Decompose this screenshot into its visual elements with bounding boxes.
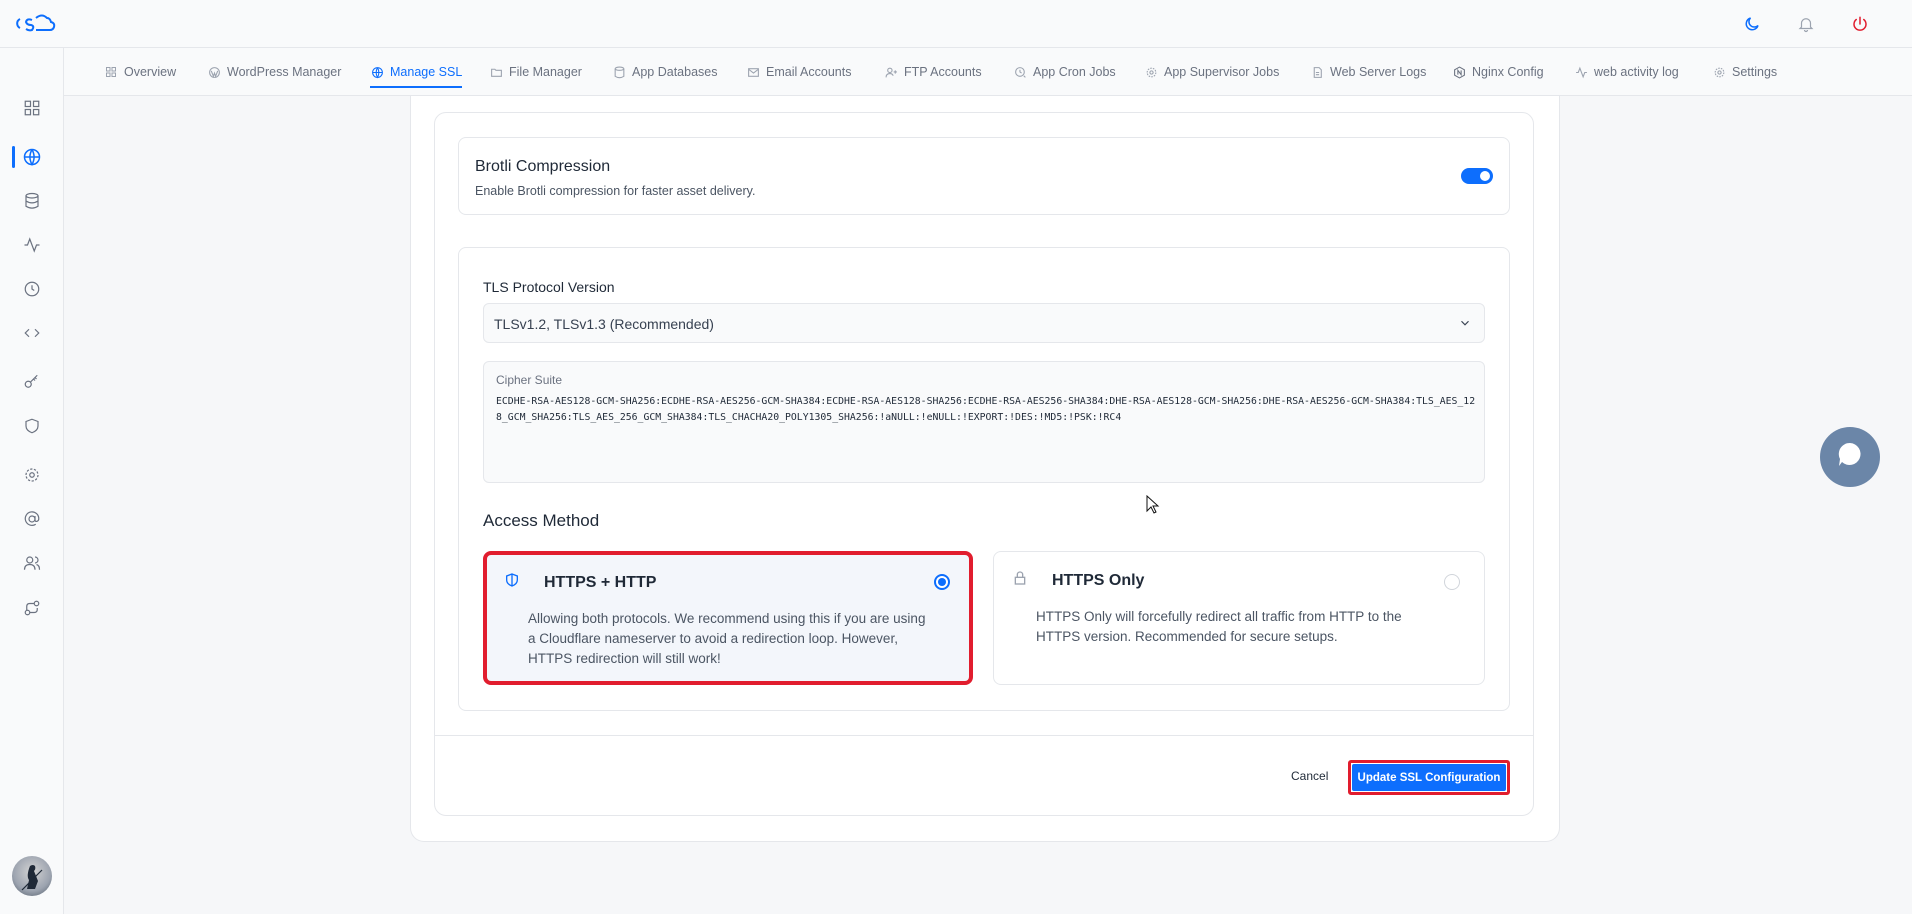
tab-file-manager[interactable]: File Manager bbox=[489, 48, 582, 96]
tls-version-select[interactable]: TLSv1.2, TLSv1.3 (Recommended) bbox=[483, 303, 1485, 343]
tab-label: Manage SSL bbox=[390, 65, 463, 79]
settings-icon[interactable] bbox=[20, 463, 44, 487]
supervisor-icon bbox=[1144, 65, 1158, 79]
tab-label: App Databases bbox=[632, 65, 718, 79]
gear-icon bbox=[1712, 65, 1726, 79]
option-description: Allowing both protocols. We recommend us… bbox=[528, 611, 926, 666]
power-icon[interactable] bbox=[1848, 12, 1872, 36]
tab-label: File Manager bbox=[509, 65, 582, 79]
tls-version-value: TLSv1.2, TLSv1.3 (Recommended) bbox=[494, 316, 714, 332]
update-ssl-label: Update SSL Configuration bbox=[1352, 764, 1506, 791]
chat-bubble-icon bbox=[1835, 440, 1865, 475]
radio-https-only[interactable] bbox=[1444, 574, 1460, 590]
shield-icon[interactable] bbox=[20, 414, 44, 438]
moon-icon[interactable] bbox=[1740, 12, 1764, 36]
nginx-icon bbox=[1452, 65, 1466, 79]
tab-label: WordPress Manager bbox=[227, 65, 342, 79]
tab-label: App Cron Jobs bbox=[1033, 65, 1116, 79]
update-ssl-button[interactable]: Update SSL Configuration bbox=[1348, 760, 1510, 795]
access-option-https-only[interactable]: HTTPS Only HTTPS Only will forcefully re… bbox=[993, 551, 1485, 685]
app-tabs: Overview WordPress Manager Manage SSL Fi… bbox=[64, 48, 1912, 96]
option-title: HTTPS + HTTP bbox=[544, 574, 657, 591]
sidebar bbox=[0, 48, 64, 914]
clock-icon[interactable] bbox=[20, 277, 44, 301]
avatar[interactable] bbox=[12, 856, 52, 896]
folder-icon bbox=[489, 65, 503, 79]
tab-app-databases[interactable]: App Databases bbox=[612, 48, 717, 96]
database-icon bbox=[612, 65, 626, 79]
tls-section: TLS Protocol Version TLSv1.2, TLSv1.3 (R… bbox=[458, 247, 1510, 711]
cron-icon bbox=[1013, 65, 1027, 79]
tls-version-label: TLS Protocol Version bbox=[483, 279, 615, 295]
lock-icon bbox=[1012, 570, 1028, 586]
tab-web-activity-log[interactable]: web activity log bbox=[1574, 48, 1679, 96]
activity-icon bbox=[1574, 65, 1588, 79]
tab-label: Settings bbox=[1732, 65, 1778, 79]
cipher-suite-label: Cipher Suite bbox=[496, 373, 563, 387]
app-logo[interactable] bbox=[14, 12, 58, 36]
radio-https-http[interactable] bbox=[934, 574, 950, 590]
sidebar-active-indicator bbox=[12, 146, 15, 168]
globe-icon[interactable] bbox=[20, 145, 44, 169]
brotli-section: Brotli Compression Enable Brotli compres… bbox=[458, 137, 1510, 215]
cipher-suite-field[interactable]: Cipher Suite ECDHE-RSA-AES128-GCM-SHA256… bbox=[483, 361, 1485, 483]
tab-wordpress-manager[interactable]: WordPress Manager bbox=[207, 48, 341, 96]
activity-icon[interactable] bbox=[20, 233, 44, 257]
route-icon[interactable] bbox=[20, 596, 44, 620]
tab-app-cron-jobs[interactable]: App Cron Jobs bbox=[1013, 48, 1116, 96]
globe-icon bbox=[370, 65, 384, 79]
chevron-down-icon bbox=[1458, 316, 1472, 330]
top-bar bbox=[0, 0, 1912, 48]
tab-nginx-config[interactable]: Nginx Config bbox=[1452, 48, 1544, 96]
wordpress-icon bbox=[207, 65, 221, 79]
key-icon[interactable] bbox=[20, 370, 44, 394]
tab-label: Nginx Config bbox=[1472, 65, 1544, 79]
tab-label: Email Accounts bbox=[766, 65, 852, 79]
at-icon[interactable] bbox=[20, 507, 44, 531]
tab-manage-ssl[interactable]: Manage SSL bbox=[370, 48, 463, 96]
chat-widget[interactable] bbox=[1820, 427, 1880, 487]
tab-settings[interactable]: Settings bbox=[1712, 48, 1777, 96]
brotli-title: Brotli Compression bbox=[475, 158, 611, 175]
divider bbox=[434, 735, 1534, 736]
brotli-description: Enable Brotli compression for faster ass… bbox=[475, 184, 756, 198]
file-icon bbox=[1310, 65, 1324, 79]
tab-email-accounts[interactable]: Email Accounts bbox=[746, 48, 851, 96]
mouse-cursor bbox=[1146, 494, 1160, 515]
tab-overview[interactable]: Overview bbox=[104, 48, 176, 96]
bell-icon[interactable] bbox=[1794, 12, 1818, 36]
tab-label: Web Server Logs bbox=[1330, 65, 1427, 79]
tab-label: App Supervisor Jobs bbox=[1164, 65, 1280, 79]
tab-label: web activity log bbox=[1594, 65, 1679, 79]
tab-app-supervisor-jobs[interactable]: App Supervisor Jobs bbox=[1144, 48, 1279, 96]
shield-icon bbox=[504, 572, 520, 588]
code-icon[interactable] bbox=[20, 321, 44, 345]
user-plus-icon bbox=[884, 65, 898, 79]
tab-ftp-accounts[interactable]: FTP Accounts bbox=[884, 48, 982, 96]
brotli-toggle[interactable] bbox=[1461, 168, 1493, 184]
option-description: HTTPS Only will forcefully redirect all … bbox=[1036, 609, 1402, 644]
grid-icon bbox=[104, 65, 118, 79]
database-icon[interactable] bbox=[20, 189, 44, 213]
cipher-suite-value[interactable]: ECDHE-RSA-AES128-GCM-SHA256:ECDHE-RSA-AE… bbox=[496, 394, 1476, 426]
access-option-https-http[interactable]: HTTPS + HTTP Allowing both protocols. We… bbox=[483, 551, 973, 685]
users-icon[interactable] bbox=[20, 551, 44, 575]
tab-label: Overview bbox=[124, 65, 177, 79]
dashboard-icon[interactable] bbox=[20, 96, 44, 120]
cancel-button[interactable]: Cancel bbox=[1291, 769, 1328, 783]
option-title: HTTPS Only bbox=[1052, 572, 1145, 589]
tab-label: FTP Accounts bbox=[904, 65, 982, 79]
access-method-title: Access Method bbox=[483, 511, 600, 530]
mail-icon bbox=[746, 65, 760, 79]
tab-web-server-logs[interactable]: Web Server Logs bbox=[1310, 48, 1426, 96]
